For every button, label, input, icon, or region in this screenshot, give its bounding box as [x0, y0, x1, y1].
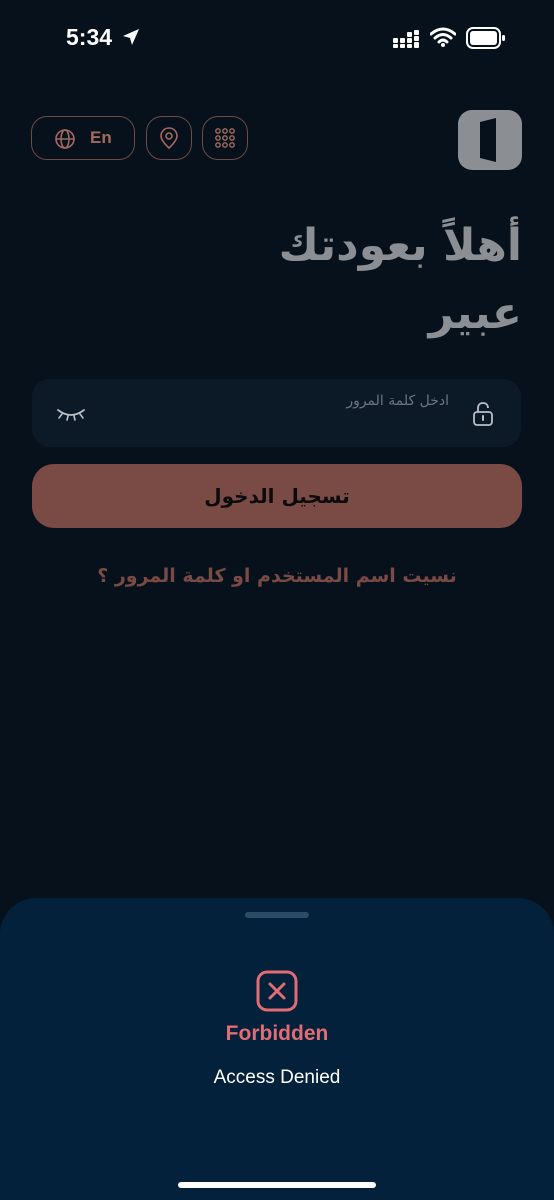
- language-toggle-button[interactable]: En: [31, 116, 135, 160]
- language-label: En: [90, 128, 112, 147]
- location-arrow-icon: [123, 29, 139, 45]
- home-indicator: [178, 1182, 376, 1188]
- sheet-drag-handle[interactable]: [245, 912, 309, 918]
- login-button[interactable]: تسجيل الدخول: [32, 464, 522, 528]
- eye-closed-icon[interactable]: [56, 407, 86, 423]
- close-x-icon: [256, 970, 298, 1012]
- grid-icon: [215, 128, 235, 148]
- status-bar: 5:34: [0, 0, 554, 76]
- wifi-icon: [430, 27, 456, 47]
- error-message: Access Denied: [213, 1067, 341, 1088]
- signal-icon: [393, 30, 419, 48]
- error-title: Forbidden: [225, 1022, 329, 1045]
- logo-icon: [458, 110, 522, 170]
- location-button[interactable]: [146, 116, 192, 160]
- lock-icon: [473, 402, 493, 426]
- location-pin-icon: [160, 127, 178, 150]
- password-field[interactable]: ادخل كلمة المرور: [32, 379, 521, 447]
- error-bottom-sheet: Forbidden Access Denied: [0, 898, 554, 1200]
- welcome-line: أهلاً بعودتك: [278, 220, 522, 271]
- status-time: 5:34: [66, 24, 113, 50]
- forgot-credentials-link[interactable]: نسيت اسم المستخدم او كلمة المرور ؟: [0, 565, 554, 587]
- apps-grid-button[interactable]: [202, 116, 248, 160]
- password-placeholder: ادخل كلمة المرور: [346, 393, 449, 409]
- welcome-heading: أهلاً بعودتك عبير: [102, 212, 522, 348]
- user-name: عبير: [428, 288, 522, 339]
- battery-icon: [466, 27, 505, 49]
- globe-icon: [55, 129, 75, 149]
